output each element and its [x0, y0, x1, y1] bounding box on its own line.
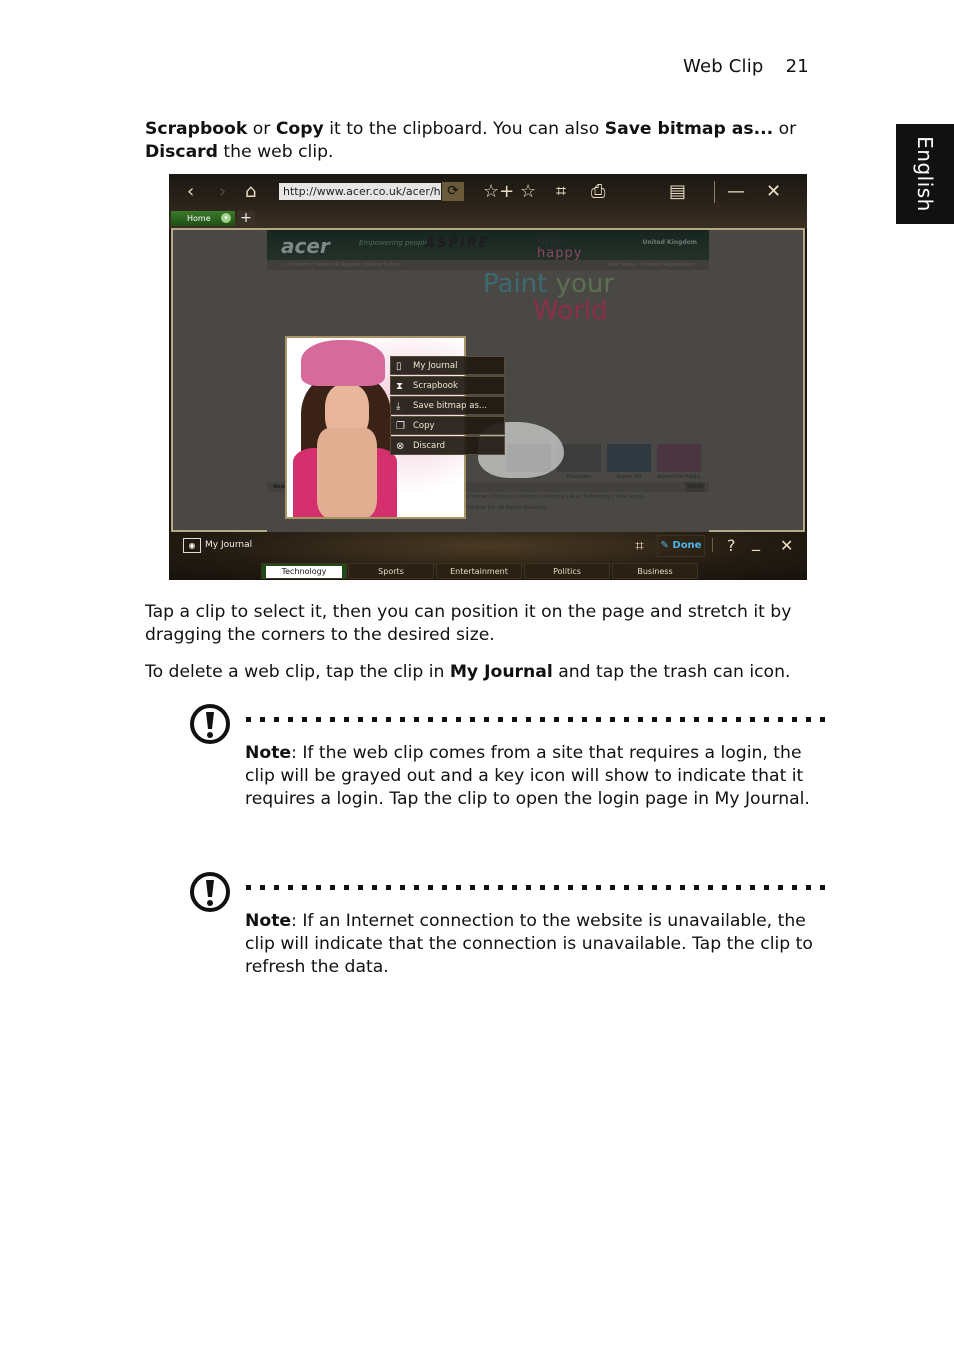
region-selector[interactable]: United Kingdom	[643, 239, 697, 246]
layout-icon[interactable]: ▤	[669, 182, 686, 202]
promo-headline: Paint your	[483, 270, 614, 298]
menu-item-save-bitmap[interactable]: ⤓ Save bitmap as...	[390, 396, 505, 415]
term-discard: Discard	[145, 142, 218, 162]
thumbnail-caption: Education	[566, 474, 592, 480]
new-tab-button[interactable]: +	[237, 211, 255, 226]
favorite-icon[interactable]: ☆	[520, 182, 536, 202]
minimize-icon[interactable]: —	[727, 182, 745, 202]
tab-sports[interactable]: Sports	[348, 563, 434, 579]
body-paragraph-position: Tap a clip to select it, then you can po…	[145, 602, 792, 645]
term-my-journal: My Journal	[449, 662, 553, 682]
scrapbook-icon: ⧗	[396, 381, 404, 392]
body-paragraph-delete: To delete a web clip, tap the clip in My…	[145, 661, 835, 684]
intro-paragraph: Scrapbook or Copy it to the clipboard. Y…	[145, 118, 835, 164]
text: or	[247, 119, 276, 139]
language-tab: English	[896, 124, 954, 224]
menu-label: Copy	[413, 421, 435, 431]
text: or	[773, 119, 797, 139]
menu-item-my-journal[interactable]: ▯ My Journal	[390, 356, 505, 375]
promo-paint: Paint	[483, 269, 556, 299]
back-icon[interactable]: ‹	[187, 182, 194, 202]
menu-label: Discard	[413, 441, 445, 451]
language-label: English	[913, 136, 937, 212]
crop-icon[interactable]: ⌗	[635, 536, 644, 556]
section-title: Web Clip	[683, 56, 764, 77]
forward-icon[interactable]: ›	[219, 182, 226, 202]
note-label: Note	[245, 743, 292, 763]
site-tagline: Empowering people	[359, 239, 429, 247]
menu-item-copy[interactable]: ❐ Copy	[390, 416, 505, 435]
menu-label: Scrapbook	[413, 381, 458, 391]
discard-icon: ⊗	[396, 441, 405, 452]
tab-home[interactable]: Home ✦	[171, 211, 235, 226]
tab-label: Home	[187, 214, 211, 223]
note-label: Note	[245, 911, 292, 931]
caution-icon	[190, 704, 230, 744]
menu-item-discard[interactable]: ⊗ Discard	[390, 436, 505, 455]
done-label: Done	[672, 540, 702, 551]
tab-label: Technology	[266, 566, 342, 578]
close-icon[interactable]: ✕	[780, 536, 793, 555]
note-connection: Note: If an Internet connection to the w…	[245, 910, 835, 979]
web-clip-screenshot: ‹ › ⌂ http://www.acer.co.uk/acer/h ⟳ ☆+ …	[169, 174, 807, 580]
text: the web clip.	[217, 142, 334, 162]
text: and tap the trash can icon.	[552, 662, 791, 682]
copy-icon: ❐	[396, 421, 405, 432]
tab-business[interactable]: Business	[612, 563, 698, 579]
journal-label[interactable]: My Journal	[205, 540, 252, 550]
note-divider	[246, 717, 832, 722]
note-login: Note: If the web clip comes from a site …	[245, 742, 835, 811]
url-field[interactable]: http://www.acer.co.uk/acer/h	[279, 183, 441, 200]
photo-hat	[301, 340, 385, 386]
toolbar-divider	[714, 181, 715, 203]
tab-technology[interactable]: Technology	[261, 563, 347, 579]
promo-happy: happy	[537, 246, 583, 261]
thumbnail-caption: Aspire HD	[616, 474, 642, 480]
close-icon[interactable]: ✕	[766, 182, 781, 202]
note-body: : If an Internet connection to the websi…	[245, 911, 813, 977]
running-header: Web Clip 21	[683, 56, 809, 77]
bottom-divider	[712, 538, 713, 552]
refresh-icon[interactable]: ⟳	[442, 182, 464, 201]
promo-brand: ASPIRE	[425, 236, 490, 251]
crop-icon[interactable]: ⌗	[556, 182, 566, 202]
note-body: : If the web clip comes from a site that…	[245, 743, 810, 809]
help-icon[interactable]: ?	[727, 536, 736, 555]
text: it to the clipboard. You can also	[323, 119, 605, 139]
tab-entertainment[interactable]: Entertainment	[436, 563, 522, 579]
term-scrapbook: Scrapbook	[145, 119, 248, 139]
thumbnail[interactable]: AspireOne Happy	[657, 444, 701, 480]
promo-world: World	[533, 296, 608, 326]
minimize-icon[interactable]: _	[752, 532, 760, 551]
done-button[interactable]: ✎ Done	[657, 535, 705, 557]
menu-item-scrapbook[interactable]: ⧗ Scrapbook	[390, 376, 505, 395]
acer-logo: acer	[281, 234, 330, 258]
add-favorite-icon[interactable]: ☆+	[483, 182, 514, 202]
thumbnail[interactable]: Aspire HD	[607, 444, 651, 480]
nav-left-links[interactable]: ⌂ | Products | Service & Support | Where…	[281, 260, 403, 270]
term-copy: Copy	[275, 119, 324, 139]
nav-right-links[interactable]: Acer Store › | Product Registration ›	[608, 260, 697, 270]
text: To delete a web clip, tap the clip in	[145, 662, 450, 682]
journal-icon[interactable]: ◉	[183, 538, 201, 553]
like-count: 56000	[685, 482, 705, 492]
photo-arms	[317, 428, 377, 517]
save-icon: ⤓	[396, 401, 401, 412]
menu-label: Save bitmap as...	[413, 401, 487, 411]
caution-icon	[190, 872, 230, 912]
term-save-bitmap: Save bitmap as...	[604, 119, 774, 139]
thumbnail-caption: AspireOne Happy	[657, 474, 701, 480]
home-icon[interactable]: ⌂	[245, 182, 256, 202]
promo-your: your	[555, 269, 615, 299]
browser-toolbar: ‹ › ⌂ http://www.acer.co.uk/acer/h ⟳ ☆+ …	[169, 174, 807, 228]
print-icon[interactable]: ⎙	[591, 182, 605, 202]
tab-politics[interactable]: Politics	[524, 563, 610, 579]
pin-icon[interactable]: ✦	[221, 213, 231, 223]
clip-context-menu: ▯ My Journal ⧗ Scrapbook ⤓ Save bitmap as..…	[390, 356, 505, 456]
page-number: 21	[785, 56, 809, 77]
menu-label: My Journal	[413, 361, 458, 371]
journal-icon: ▯	[396, 361, 402, 372]
note-divider	[246, 885, 832, 890]
journal-bottom-bar: ◉ My Journal ⌗ ✎ Done ? _ ✕ Technology S…	[169, 532, 807, 580]
